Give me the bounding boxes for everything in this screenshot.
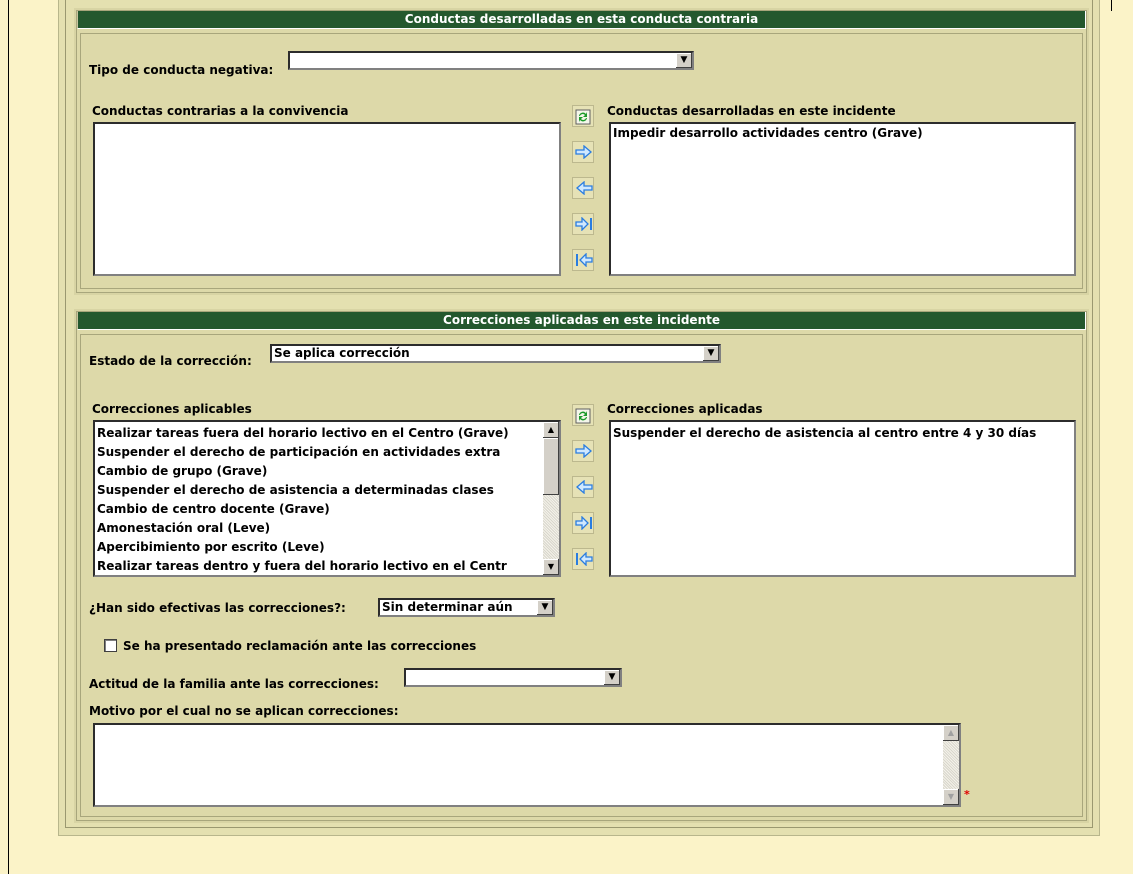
actitud-label: Actitud de la familia ante las correccio… (89, 677, 379, 691)
list-item[interactable]: Realizar tareas fuera del horario lectiv… (95, 424, 543, 443)
move-left-button[interactable] (572, 177, 594, 199)
refresh-icon (575, 408, 591, 424)
chevron-down-icon[interactable]: ▼ (702, 346, 719, 361)
conductas-panel: Conductas desarrolladas en esta conducta… (74, 8, 1089, 295)
chevron-down-icon[interactable]: ▼ (675, 53, 692, 68)
motivo-scrollbar[interactable]: ▲ ▼ (943, 725, 959, 805)
list-item[interactable]: Cambio de grupo (Grave) (95, 462, 543, 481)
motivo-textarea[interactable]: ▲ ▼ (93, 723, 961, 807)
scroll-down-icon[interactable]: ▼ (543, 559, 559, 575)
efectivas-value: Sin determinar aún (382, 600, 513, 614)
move-left-button[interactable] (572, 476, 594, 498)
aplicables-listbox[interactable]: Realizar tareas fuera del horario lectiv… (93, 420, 561, 577)
aplicables-label: Correcciones aplicables (92, 402, 252, 416)
arrow-left-bar-icon (576, 552, 593, 566)
reclamacion-checkbox[interactable] (104, 639, 117, 652)
tipo-conducta-label: Tipo de conducta negativa: (89, 63, 274, 77)
arrow-right-bar-icon (575, 516, 592, 530)
estado-correccion-select[interactable]: Se aplica corrección ▼ (270, 344, 721, 363)
chevron-down-icon[interactable]: ▼ (603, 670, 620, 685)
page-border-right (1111, 0, 1112, 11)
tipo-conducta-select[interactable]: ▼ (288, 51, 694, 70)
estado-correccion-label: Estado de la corrección: (89, 354, 252, 368)
actitud-select[interactable]: ▼ (404, 668, 622, 687)
refresh-icon (575, 109, 591, 125)
desarrolladas-label: Conductas desarrolladas en este incident… (607, 104, 896, 118)
list-item[interactable]: Suspender el derecho de asistencia al ce… (611, 424, 1074, 443)
move-right-button[interactable] (572, 141, 594, 163)
aplicadas-label: Correcciones aplicadas (607, 402, 763, 416)
conductas-panel-header: Conductas desarrolladas en esta conducta… (77, 11, 1086, 29)
scroll-up-icon[interactable]: ▲ (543, 422, 559, 438)
scroll-thumb[interactable] (543, 438, 559, 495)
list-item[interactable]: Suspender el derecho de asistencia a det… (95, 481, 543, 500)
estado-correccion-value: Se aplica corrección (274, 346, 410, 360)
arrow-left-icon (576, 480, 593, 494)
efectivas-select[interactable]: Sin determinar aún ▼ (378, 598, 555, 617)
arrow-left-bar-icon (576, 253, 593, 267)
motivo-label: Motivo por el cual no se aplican correcc… (89, 704, 399, 718)
correcciones-panel-header: Correcciones aplicadas en este incidente (77, 312, 1086, 330)
contrarias-listbox[interactable] (93, 122, 561, 276)
move-all-right-button[interactable] (572, 512, 594, 534)
move-right-button[interactable] (572, 440, 594, 462)
desarrolladas-listbox[interactable]: Impedir desarrollo actividades centro (G… (609, 122, 1076, 276)
page-border-left (8, 0, 9, 874)
required-mark: * (964, 788, 970, 801)
list-item[interactable]: Apercibimiento por escrito (Leve) (95, 538, 543, 557)
move-all-left-button[interactable] (572, 548, 594, 570)
list-item[interactable]: Cambio de centro docente (Grave) (95, 500, 543, 519)
move-all-right-button[interactable] (572, 213, 594, 235)
refresh-button[interactable] (572, 404, 594, 426)
arrow-right-bar-icon (575, 217, 592, 231)
efectivas-label: ¿Han sido efectivas las correcciones?: (89, 601, 346, 615)
arrow-left-icon (576, 181, 593, 195)
list-item[interactable]: Realizar tareas dentro y fuera del horar… (95, 557, 543, 575)
scroll-down-icon[interactable]: ▼ (943, 789, 959, 805)
list-item[interactable]: Suspender el derecho de participación en… (95, 443, 543, 462)
contrarias-label: Conductas contrarias a la convivencia (92, 104, 349, 118)
correcciones-panel: Correcciones aplicadas en este incidente… (74, 309, 1089, 823)
move-all-left-button[interactable] (572, 249, 594, 271)
list-item[interactable]: Amonestación oral (Leve) (95, 519, 543, 538)
refresh-button[interactable] (572, 105, 594, 127)
chevron-down-icon[interactable]: ▼ (536, 600, 553, 615)
arrow-right-icon (575, 444, 592, 458)
scroll-up-icon[interactable]: ▲ (943, 725, 959, 741)
aplicables-scrollbar[interactable]: ▲ ▼ (543, 422, 559, 575)
list-item[interactable]: Impedir desarrollo actividades centro (G… (611, 124, 1074, 143)
reclamacion-label: Se ha presentado reclamación ante las co… (123, 639, 477, 653)
arrow-right-icon (575, 145, 592, 159)
aplicadas-listbox[interactable]: Suspender el derecho de asistencia al ce… (609, 420, 1076, 577)
